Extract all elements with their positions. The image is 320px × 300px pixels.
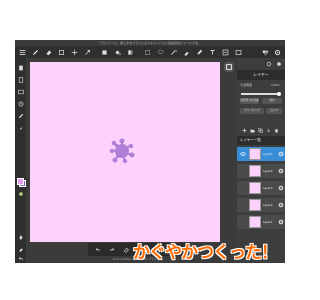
eye-icon[interactable] [240, 185, 246, 191]
lasso-icon[interactable] [156, 48, 164, 56]
app-window: ブラシツール：柔らかなブラシによりキャンバスに自由自在にツールです。 2732×… [15, 40, 285, 263]
layer-thumbnail [249, 182, 261, 194]
layer-thumbnail [249, 199, 261, 211]
opacity-slider-knob[interactable] [277, 91, 281, 96]
drawing-canvas[interactable] [30, 62, 220, 242]
settings-icon[interactable] [273, 48, 281, 56]
text-icon[interactable] [208, 48, 216, 56]
ruler-icon[interactable] [17, 112, 24, 119]
foreground-color-swatch[interactable] [17, 178, 24, 185]
layer-row[interactable]: Layer3 [237, 181, 285, 195]
layer-panel: レイヤー 不透明度 100% 透明部分を保護 通常 クリッピング ロック レイヤ… [237, 58, 285, 263]
merge-down-icon[interactable] [265, 127, 271, 133]
layer-name: Layer2 [263, 203, 273, 207]
frame-icon[interactable] [234, 48, 242, 56]
rectangle-icon[interactable] [57, 48, 65, 56]
panel-settings-icon[interactable] [275, 60, 282, 67]
layer-actions [241, 127, 281, 134]
eraser-icon[interactable] [44, 48, 52, 56]
add-layer-icon[interactable] [241, 127, 247, 133]
opacity-slider[interactable] [241, 91, 281, 96]
opacity-value: 100% [271, 83, 280, 87]
pen-icon[interactable] [195, 48, 203, 56]
layer-settings-icon[interactable] [278, 185, 284, 191]
redo-icon[interactable] [108, 246, 115, 253]
layer-name: Layer5 [263, 152, 273, 156]
clipping-label: クリッピング [244, 109, 260, 112]
duplicate-icon[interactable] [257, 127, 263, 133]
blend-mode-select[interactable]: 通常 [262, 98, 282, 104]
color-palette-icon[interactable] [17, 190, 24, 197]
eye-icon[interactable] [240, 219, 246, 225]
layer-name: Layer3 [263, 186, 273, 190]
layer-thumbnail [249, 216, 261, 228]
eyedropper-icon[interactable] [182, 48, 190, 56]
gallery-icon[interactable] [17, 88, 24, 95]
layer-row[interactable]: Layer4 [237, 164, 285, 178]
bucket-icon[interactable] [113, 48, 121, 56]
canvas-area [26, 58, 237, 246]
gradient-icon[interactable] [126, 48, 134, 56]
eye-icon[interactable] [240, 168, 246, 174]
layer-thumbnail [249, 148, 261, 160]
delete-layer-icon[interactable] [273, 127, 279, 133]
layer-settings-icon[interactable] [278, 219, 284, 225]
eye-icon[interactable] [240, 202, 246, 208]
opacity-slider-fill [241, 93, 279, 95]
eraser-quick-icon[interactable] [122, 246, 129, 253]
eyedropper-tool-icon[interactable] [17, 245, 24, 252]
layer-thumbnail [249, 165, 261, 177]
layer-panel-icon[interactable] [17, 100, 24, 107]
lock-label: ロック [270, 109, 278, 112]
layer-settings-icon[interactable] [278, 168, 284, 174]
panel-title: レイヤー [237, 70, 285, 80]
eyedropper-side-icon[interactable] [17, 124, 24, 131]
layer-name: Layer1 [263, 220, 273, 224]
material-icon[interactable] [261, 48, 269, 56]
top-toolbar [15, 46, 285, 58]
opacity-label: 不透明度 [240, 83, 253, 87]
hand-icon[interactable] [17, 233, 24, 240]
layer-effect-icon[interactable] [221, 48, 229, 56]
layer-settings-icon[interactable] [278, 202, 284, 208]
document-icon[interactable] [17, 76, 24, 83]
clipping-toggle[interactable]: クリッピング [240, 108, 264, 114]
folder-icon[interactable] [249, 127, 255, 133]
paint-splat [109, 138, 135, 164]
layer-row[interactable]: Layer2 [237, 198, 285, 212]
menu-icon[interactable] [18, 48, 26, 56]
layer-settings-icon[interactable] [278, 151, 284, 157]
layer-row[interactable]: Layer5 [237, 147, 285, 161]
navigator-button[interactable] [224, 62, 234, 72]
selection-icon[interactable] [143, 48, 151, 56]
lock-toggle[interactable]: ロック [266, 108, 282, 114]
undo-side-icon[interactable] [17, 255, 24, 262]
move-icon[interactable] [70, 48, 78, 56]
material-panel-icon[interactable] [265, 60, 272, 67]
layer-row[interactable]: Layer1 [237, 215, 285, 229]
brush-icon[interactable] [31, 48, 39, 56]
undo-icon[interactable] [94, 246, 101, 253]
panel-icons [237, 58, 285, 68]
left-toolbar [15, 58, 26, 263]
protect-transparency-toggle[interactable]: 透明部分を保護 [240, 98, 259, 104]
eye-icon[interactable] [240, 151, 246, 157]
layer-list-header: レイヤー一覧 [237, 136, 285, 145]
transform-icon[interactable] [83, 48, 91, 56]
file-icon[interactable] [17, 64, 24, 71]
magic-wand-icon[interactable] [169, 48, 177, 56]
layer-name: Layer4 [263, 169, 273, 173]
fill-rect-icon[interactable] [100, 48, 108, 56]
caption-text: かぐやかつくった！ [133, 243, 278, 263]
